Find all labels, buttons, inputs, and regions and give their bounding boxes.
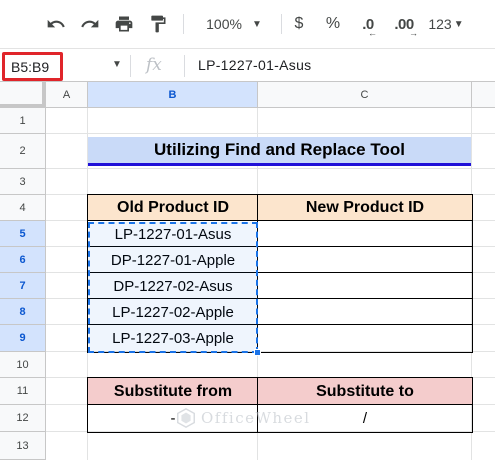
select-all-corner[interactable] [0, 82, 46, 108]
grid-line [46, 133, 495, 134]
formula-input[interactable]: LP-1227-01-Asus [198, 57, 311, 73]
new-id-cell[interactable] [258, 325, 472, 352]
formula-divider [130, 55, 131, 77]
column-header-b[interactable]: B [88, 82, 258, 108]
table-border [87, 246, 473, 247]
row-header-6[interactable]: 6 [0, 247, 46, 273]
row-header-12[interactable]: 12 [0, 405, 46, 432]
row-header-9[interactable]: 9 [0, 325, 46, 352]
header-substitute-from[interactable]: Substitute from [88, 378, 258, 405]
table-border [257, 194, 258, 353]
undo-icon[interactable] [40, 8, 72, 40]
decrease-decimal-button[interactable]: .0 ← [353, 8, 383, 40]
table-border [87, 324, 473, 325]
zoom-select[interactable]: 100% ▼ [194, 8, 274, 40]
table-border [87, 272, 473, 273]
row-header-2[interactable]: 2 [0, 134, 46, 169]
percent-format-button[interactable]: % [320, 8, 346, 40]
row-header-1[interactable]: 1 [0, 108, 46, 134]
new-id-cell[interactable] [258, 273, 472, 299]
table-border [87, 298, 473, 299]
header-old-product-id[interactable]: Old Product ID [88, 195, 258, 221]
table-border [87, 220, 473, 221]
chevron-down-icon[interactable]: ▼ [112, 59, 122, 70]
old-id-cell[interactable]: LP-1227-03-Apple [88, 325, 258, 352]
fx-icon: fx [146, 55, 162, 75]
arrow-right-icon: → [409, 28, 418, 38]
print-icon[interactable] [108, 8, 140, 40]
new-id-cell[interactable] [258, 221, 472, 247]
header-new-product-id[interactable]: New Product ID [258, 195, 472, 221]
formula-divider [184, 55, 185, 77]
name-box[interactable]: B5:B9 [2, 52, 63, 81]
table-border [87, 404, 473, 405]
row-header-11[interactable]: 11 [0, 378, 46, 405]
toolbar-divider [281, 14, 282, 34]
fill-handle[interactable] [254, 349, 261, 356]
watermark-logo-icon [177, 407, 195, 429]
row-header-4[interactable]: 4 [0, 195, 46, 221]
watermark-text: OfficeWheel [201, 409, 311, 427]
increase-decimal-button[interactable]: .00 → [387, 8, 421, 40]
header-substitute-to[interactable]: Substitute to [258, 378, 472, 405]
more-formats-select[interactable]: 123 ▼ [424, 8, 468, 40]
column-header-c[interactable]: C [258, 82, 472, 108]
currency-format-button[interactable]: $ [286, 8, 312, 40]
row-header-3[interactable]: 3 [0, 169, 46, 195]
row-header-5[interactable]: 5 [0, 221, 46, 247]
chevron-down-icon: ▼ [453, 18, 464, 30]
column-header-a[interactable]: A [46, 82, 88, 108]
grid-line [46, 168, 495, 169]
redo-icon[interactable] [74, 8, 106, 40]
old-id-cell[interactable]: DP-1227-02-Asus [88, 273, 258, 299]
old-id-cell[interactable]: LP-1227-01-Asus [88, 221, 258, 247]
row-header-7[interactable]: 7 [0, 273, 46, 299]
zoom-value: 100% [206, 16, 242, 32]
row-header-10[interactable]: 10 [0, 352, 46, 378]
new-id-cell[interactable] [258, 299, 472, 325]
old-id-cell[interactable]: DP-1227-01-Apple [88, 247, 258, 273]
chevron-down-icon: ▼ [251, 18, 262, 30]
arrow-left-icon: ← [368, 28, 377, 38]
row-header-8[interactable]: 8 [0, 299, 46, 325]
column-header-d[interactable] [472, 82, 495, 108]
toolbar: 100% ▼ $ % .0 ← .00 → 123 ▼ [0, 0, 495, 48]
row-header-13[interactable]: 13 [0, 432, 46, 460]
toolbar-divider [183, 14, 184, 34]
sheet-title: Utilizing Find and Replace Tool [88, 137, 471, 166]
formula-bar: B5:B9 ▼ fx LP-1227-01-Asus [0, 48, 495, 82]
old-id-cell[interactable]: LP-1227-02-Apple [88, 299, 258, 325]
new-id-cell[interactable] [258, 247, 472, 273]
watermark: OfficeWheel [175, 407, 311, 429]
paint-format-icon[interactable] [142, 8, 174, 40]
